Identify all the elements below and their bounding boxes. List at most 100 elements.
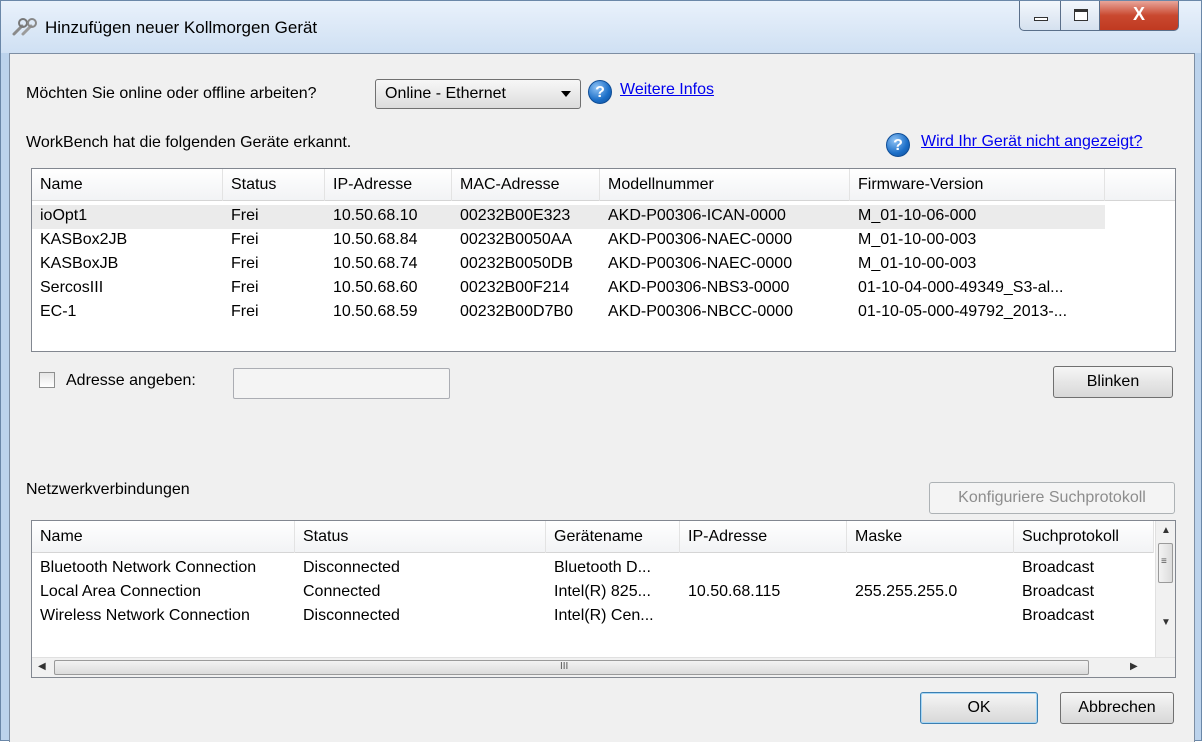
table-cell: M_01-10-00-003 (858, 255, 977, 272)
table-cell: 10.50.68.115 (688, 583, 781, 600)
window-title: Hinzufügen neuer Kollmorgen Gerät (45, 18, 318, 37)
table-cell: 10.50.68.59 (333, 303, 418, 320)
horizontal-scrollbar[interactable]: ◀ III ▶ (32, 657, 1175, 677)
mode-select-value: Online - Ethernet (385, 85, 506, 102)
chevron-down-icon (561, 91, 571, 97)
vertical-scroll-thumb[interactable]: ≡ (1158, 543, 1173, 583)
address-checkbox[interactable] (39, 372, 55, 388)
table-row[interactable]: SercosIII Frei 10.50.68.60 00232B00F214 AKD-… (32, 277, 1105, 301)
table-cell: Disconnected (303, 559, 400, 576)
table-row[interactable]: Wireless Network Connection Disconnected I… (32, 605, 1154, 629)
minimize-button[interactable] (1019, 1, 1061, 31)
ok-button[interactable]: OK (920, 692, 1038, 724)
table-cell: M_01-10-00-003 (858, 231, 977, 248)
table-cell: Frei (231, 255, 259, 272)
scroll-right-icon[interactable]: ▶ (1130, 661, 1138, 672)
table-cell: 00232B00D7B0 (460, 303, 573, 320)
column-header-search-protocol[interactable]: Suchprotokoll (1014, 521, 1154, 553)
column-header-mask[interactable]: Maske (847, 521, 1014, 553)
table-cell: Local Area Connection (40, 583, 201, 600)
maximize-button[interactable] (1060, 1, 1100, 31)
close-icon: X (1132, 4, 1145, 24)
table-cell: 00232B0050AA (460, 231, 573, 248)
table-cell: ioOpt1 (40, 207, 88, 224)
dialog-body: Möchten Sie online oder offline arbeiten… (9, 53, 1195, 742)
title-bar[interactable]: Hinzufügen neuer Kollmorgen Gerät X (1, 1, 1201, 53)
column-header-ip[interactable]: IP-Adresse (680, 521, 847, 553)
table-row[interactable]: EC-1 Frei 10.50.68.59 00232B00D7B0 AKD-P0030… (32, 301, 1105, 325)
table-cell: KASBoxJB (40, 255, 119, 272)
table-cell: Connected (303, 583, 381, 600)
table-cell: AKD-P00306-ICAN-0000 (608, 207, 786, 224)
table-cell: Broadcast (1022, 583, 1095, 600)
table-cell: Disconnected (303, 607, 400, 624)
table-cell: AKD-P00306-NAEC-0000 (608, 255, 793, 272)
horizontal-scroll-thumb[interactable]: III (54, 660, 1089, 675)
table-cell: Bluetooth Network Connection (40, 559, 257, 576)
column-header-model[interactable]: Modellnummer (600, 169, 850, 201)
table-cell: 10.50.68.10 (333, 207, 418, 224)
more-info-link[interactable]: Weitere Infos (620, 81, 714, 99)
scroll-down-icon[interactable]: ▼ (1161, 617, 1171, 628)
table-cell: 01-10-04-000-49349_S3-al... (858, 279, 1064, 296)
mode-select[interactable]: Online - Ethernet (375, 79, 581, 109)
column-header-status[interactable]: Status (223, 169, 325, 201)
table-cell: AKD-P00306-NBS3-0000 (608, 279, 790, 296)
table-cell: 00232B0050DB (460, 255, 573, 272)
table-cell: 00232B00E323 (460, 207, 571, 224)
table-cell: Broadcast (1022, 559, 1095, 576)
table-row[interactable]: KASBoxJB Frei 10.50.68.74 00232B0050DB AKD-P… (32, 253, 1105, 277)
table-row[interactable]: KASBox2JB Frei 10.50.68.84 00232B0050AA AKD-… (32, 229, 1105, 253)
table-row[interactable]: Bluetooth Network Connection Disconnected… (32, 557, 1154, 581)
table-cell: M_01-10-06-000 (858, 207, 977, 224)
tools-icon (12, 18, 37, 36)
table-cell: Frei (231, 279, 259, 296)
network-label: Netzwerkverbindungen (26, 481, 190, 498)
scroll-left-icon[interactable]: ◀ (38, 661, 46, 672)
table-cell: Intel(R) Cen... (554, 607, 654, 624)
address-checkbox-label: Adresse angeben: (66, 372, 196, 389)
table-cell: EC-1 (40, 303, 77, 320)
table-cell: 10.50.68.74 (333, 255, 418, 272)
dialog-window: Hinzufügen neuer Kollmorgen Gerät X Möch… (0, 0, 1202, 742)
table-cell: SercosIII (40, 279, 104, 296)
table-cell: Frei (231, 207, 259, 224)
minimize-icon (1034, 17, 1048, 21)
cancel-button[interactable]: Abbrechen (1060, 692, 1174, 724)
table-cell: KASBox2JB (40, 231, 128, 248)
table-cell: Frei (231, 231, 259, 248)
table-cell: Broadcast (1022, 607, 1095, 624)
table-cell: 01-10-05-000-49792_2013-... (858, 303, 1068, 320)
table-cell: Wireless Network Connection (40, 607, 250, 624)
column-header-mac[interactable]: MAC-Adresse (452, 169, 600, 201)
column-header-name[interactable]: Name (32, 169, 223, 201)
column-header-ip[interactable]: IP-Adresse (325, 169, 452, 201)
close-button[interactable]: X (1099, 1, 1179, 31)
scroll-grip-icon: III (560, 661, 569, 672)
scroll-up-icon[interactable]: ▲ (1161, 525, 1171, 536)
column-header-firmware[interactable]: Firmware-Version (850, 169, 1105, 201)
column-header-device-name[interactable]: Gerätename (546, 521, 680, 553)
table-cell: Bluetooth D... (554, 559, 651, 576)
devices-list[interactable]: Name Status IP-Adresse MAC-Adresse Model… (31, 168, 1176, 352)
blink-button[interactable]: Blinken (1053, 366, 1173, 398)
device-not-shown-link[interactable]: Wird Ihr Gerät nicht angezeigt? (921, 133, 1142, 151)
table-cell: 255.255.255.0 (855, 583, 958, 600)
address-input[interactable] (233, 368, 450, 399)
table-cell: 10.50.68.84 (333, 231, 418, 248)
column-header-status[interactable]: Status (295, 521, 546, 553)
vertical-scrollbar[interactable]: ▲ ≡ ▼ (1155, 521, 1175, 657)
table-cell: AKD-P00306-NAEC-0000 (608, 231, 793, 248)
table-cell: 10.50.68.60 (333, 279, 418, 296)
column-header-name[interactable]: Name (32, 521, 295, 553)
configure-search-protocol-button[interactable]: Konfiguriere Suchprotokoll (929, 482, 1175, 514)
help-icon[interactable]: ? (886, 133, 910, 157)
network-list[interactable]: Name Status Gerätename IP-Adresse Maske … (31, 520, 1176, 678)
devices-header: Name Status IP-Adresse MAC-Adresse Model… (32, 169, 1175, 201)
table-row[interactable]: Local Area Connection Connected Intel(R) 8… (32, 581, 1154, 605)
table-cell: Frei (231, 303, 259, 320)
maximize-icon (1074, 9, 1088, 21)
table-cell: AKD-P00306-NBCC-0000 (608, 303, 793, 320)
table-row[interactable]: ioOpt1 Frei 10.50.68.10 00232B00E323 AKD-P00… (32, 205, 1105, 229)
help-icon[interactable]: ? (588, 80, 612, 104)
